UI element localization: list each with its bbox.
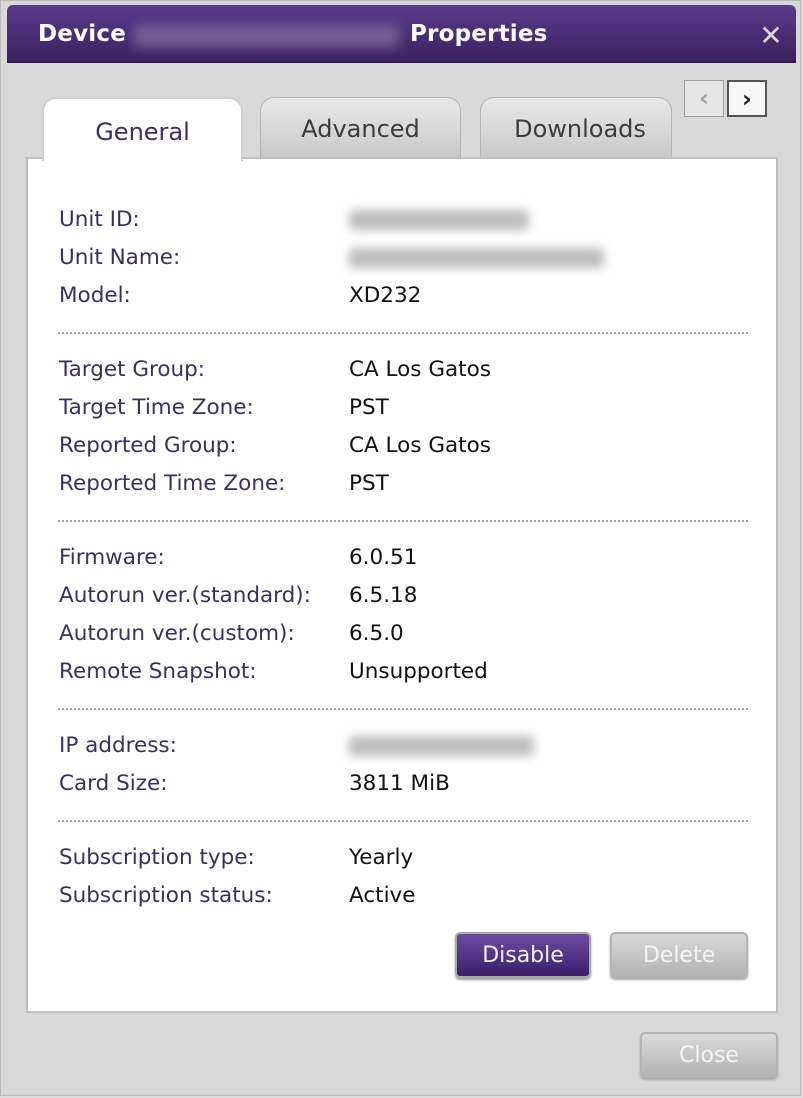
divider: [58, 708, 748, 710]
target-timezone-value: PST: [349, 395, 389, 420]
subscription-type-value: Yearly: [349, 845, 414, 870]
close-icon[interactable]: ✕: [758, 22, 784, 50]
unit-name-value: [349, 248, 604, 268]
reported-group-label: Reported Group:: [59, 433, 237, 458]
subscription-type-label: Subscription type:: [59, 845, 255, 870]
reported-timezone-label: Reported Time Zone:: [59, 471, 286, 496]
tab-advanced-label: Advanced: [301, 115, 420, 143]
divider: [58, 820, 748, 822]
title-properties-text: Properties: [410, 21, 548, 47]
tab-downloads-label: Downloads: [514, 115, 646, 143]
unit-id-label: Unit ID:: [59, 207, 140, 232]
reported-group-value: CA Los Gatos: [349, 433, 491, 458]
card-size-value: 3811 MiB: [349, 771, 450, 796]
subscription-status-value: Active: [349, 883, 416, 908]
card-size-label: Card Size:: [59, 771, 168, 796]
title-device-text: Device: [38, 21, 127, 47]
general-panel: Unit ID: Unit Name: Model: XD232 Target …: [26, 157, 778, 1013]
disable-button[interactable]: Disable: [455, 932, 591, 978]
reported-timezone-value: PST: [349, 471, 389, 496]
unit-id-value: [349, 210, 529, 230]
tab-advanced[interactable]: Advanced: [260, 97, 461, 157]
title-bar: Device Properties ✕: [7, 5, 796, 63]
autorun-custom-label: Autorun ver.(custom):: [59, 621, 295, 646]
tab-downloads[interactable]: Downloads: [480, 97, 672, 157]
remote-snapshot-label: Remote Snapshot:: [59, 659, 257, 684]
autorun-standard-value: 6.5.18: [349, 583, 418, 608]
chevron-left-icon[interactable]: ‹: [684, 80, 724, 117]
ip-address-value: [349, 736, 534, 756]
unit-name-label: Unit Name:: [59, 245, 181, 270]
autorun-custom-value: 6.5.0: [349, 621, 404, 646]
remote-snapshot-value: Unsupported: [349, 659, 488, 684]
delete-button[interactable]: Delete: [610, 932, 748, 978]
firmware-value: 6.0.51: [349, 545, 418, 570]
model-value: XD232: [349, 283, 422, 308]
divider: [58, 332, 748, 334]
chevron-right-icon[interactable]: ›: [727, 80, 767, 117]
subscription-status-label: Subscription status:: [59, 883, 273, 908]
device-properties-dialog: Device Properties ✕ General Advanced Dow…: [0, 0, 801, 1096]
ip-address-label: IP address:: [59, 733, 177, 758]
target-timezone-label: Target Time Zone:: [59, 395, 254, 420]
divider: [58, 520, 748, 522]
model-label: Model:: [59, 283, 131, 308]
close-button[interactable]: Close: [640, 1032, 778, 1078]
tab-general[interactable]: General: [42, 97, 243, 161]
firmware-label: Firmware:: [59, 545, 165, 570]
target-group-value: CA Los Gatos: [349, 357, 491, 382]
tab-general-label: General: [95, 118, 190, 146]
autorun-standard-label: Autorun ver.(standard):: [59, 583, 311, 608]
redacted-device-name: [134, 25, 399, 47]
target-group-label: Target Group:: [59, 357, 206, 382]
